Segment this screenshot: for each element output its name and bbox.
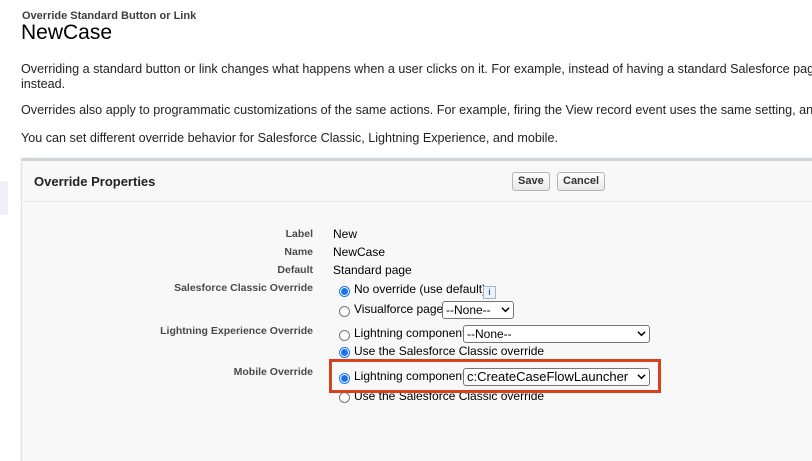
classic-visualforce-select-value: --None-- bbox=[446, 303, 491, 317]
highlight-box bbox=[329, 359, 661, 393]
intro-paragraph-3: You can set different override behavior … bbox=[21, 131, 558, 145]
info-icon[interactable]: i bbox=[483, 286, 496, 299]
classic-override-label: Salesforce Classic Override bbox=[174, 282, 313, 294]
default-field-value: Standard page bbox=[333, 263, 412, 277]
classic-visualforce-select[interactable]: --None-- bbox=[442, 301, 514, 319]
mobile-override-label: Mobile Override bbox=[233, 366, 313, 378]
section-title: Override Properties bbox=[34, 174, 156, 189]
intro-paragraph-1-line-1: Overriding a standard button or link cha… bbox=[21, 62, 812, 76]
mobile-use-classic-radio[interactable] bbox=[339, 392, 350, 403]
lex-component-select-value: --None-- bbox=[467, 327, 512, 341]
chevron-down-icon bbox=[637, 331, 646, 337]
label-field-label: Label bbox=[285, 228, 313, 240]
lex-lightning-component-label: Lightning component bbox=[354, 326, 466, 340]
save-button[interactable]: Save bbox=[512, 172, 550, 191]
lex-lightning-component-radio[interactable] bbox=[339, 330, 350, 341]
lex-use-classic-label: Use the Salesforce Classic override bbox=[354, 344, 545, 358]
chevron-down-icon bbox=[501, 307, 510, 313]
name-field-value: NewCase bbox=[333, 245, 386, 259]
lex-component-select[interactable]: --None-- bbox=[463, 325, 650, 343]
classic-no-override-radio[interactable] bbox=[339, 286, 350, 297]
label-field-value: New bbox=[333, 227, 358, 241]
left-edge-strip bbox=[0, 181, 8, 215]
cancel-button[interactable]: Cancel bbox=[557, 172, 606, 191]
lex-use-classic-radio[interactable] bbox=[339, 347, 350, 358]
intro-paragraph-1-line-2: instead. bbox=[21, 77, 66, 91]
classic-visualforce-label: Visualforce page bbox=[354, 302, 444, 316]
page-title: NewCase bbox=[21, 21, 113, 44]
lex-override-label: Lightning Experience Override bbox=[160, 325, 313, 337]
name-field-label: Name bbox=[284, 246, 313, 258]
default-field-label: Default bbox=[277, 264, 313, 276]
classic-no-override-label: No override (use default) bbox=[354, 282, 487, 296]
intro-paragraph-2: Overrides also apply to programmatic cus… bbox=[21, 103, 812, 117]
classic-visualforce-radio[interactable] bbox=[339, 306, 350, 317]
panel-header-divider bbox=[23, 201, 812, 202]
